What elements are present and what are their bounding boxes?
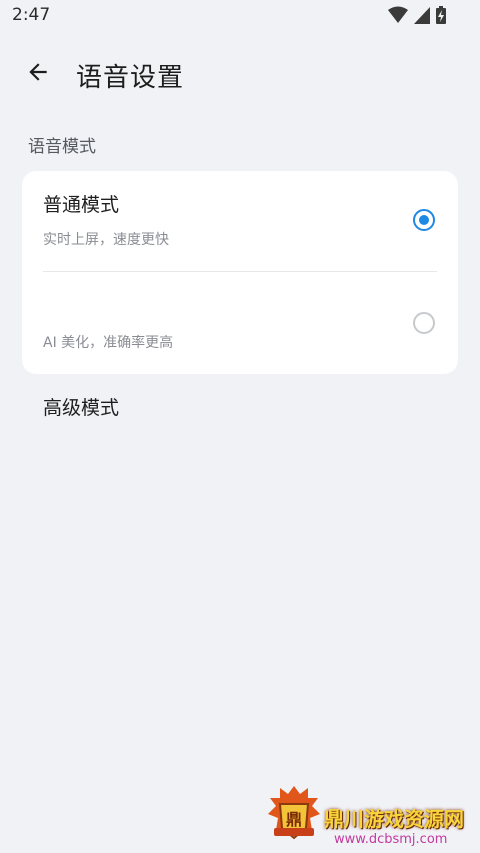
option-description: 实时上屏，速度更快 xyxy=(43,232,169,248)
battery-charging-icon xyxy=(436,6,446,24)
radio-button-selected[interactable] xyxy=(413,209,435,231)
status-icons xyxy=(388,6,446,24)
back-button[interactable] xyxy=(20,56,56,92)
option-title: 普通模式 xyxy=(43,194,120,216)
svg-text:鼎: 鼎 xyxy=(286,810,302,829)
app-bar: 语音设置 xyxy=(0,44,480,104)
option-description: AI 美化，准确率更高 xyxy=(43,335,174,351)
option-title: 高级模式 xyxy=(43,397,120,419)
arrow-left-icon xyxy=(25,59,51,89)
voice-mode-card: 普通模式 实时上屏，速度更快 高级模式 AI 美化，准确率更高 xyxy=(22,171,458,419)
status-time: 2:47 xyxy=(12,5,51,25)
radio-button-unselected[interactable] xyxy=(413,312,435,334)
section-label: 语音模式 xyxy=(28,137,96,157)
page-title: 语音设置 xyxy=(76,63,185,93)
watermark-name: 鼎川游戏资源网 xyxy=(324,807,464,831)
watermark-url: www.dcbsmj.com xyxy=(334,832,448,847)
cellular-signal-icon xyxy=(414,6,430,24)
status-bar: 2:47 xyxy=(0,0,480,32)
watermark: 鼎 鼎川游戏资源网 www.dcbsmj.com xyxy=(264,784,476,850)
wifi-icon xyxy=(388,6,408,24)
option-advanced-mode[interactable]: 高级模式 AI 美化，准确率更高 xyxy=(22,273,458,419)
option-normal-mode[interactable]: 普通模式 实时上屏，速度更快 xyxy=(22,171,458,271)
divider xyxy=(43,271,437,272)
watermark-logo: 鼎 xyxy=(266,784,322,852)
